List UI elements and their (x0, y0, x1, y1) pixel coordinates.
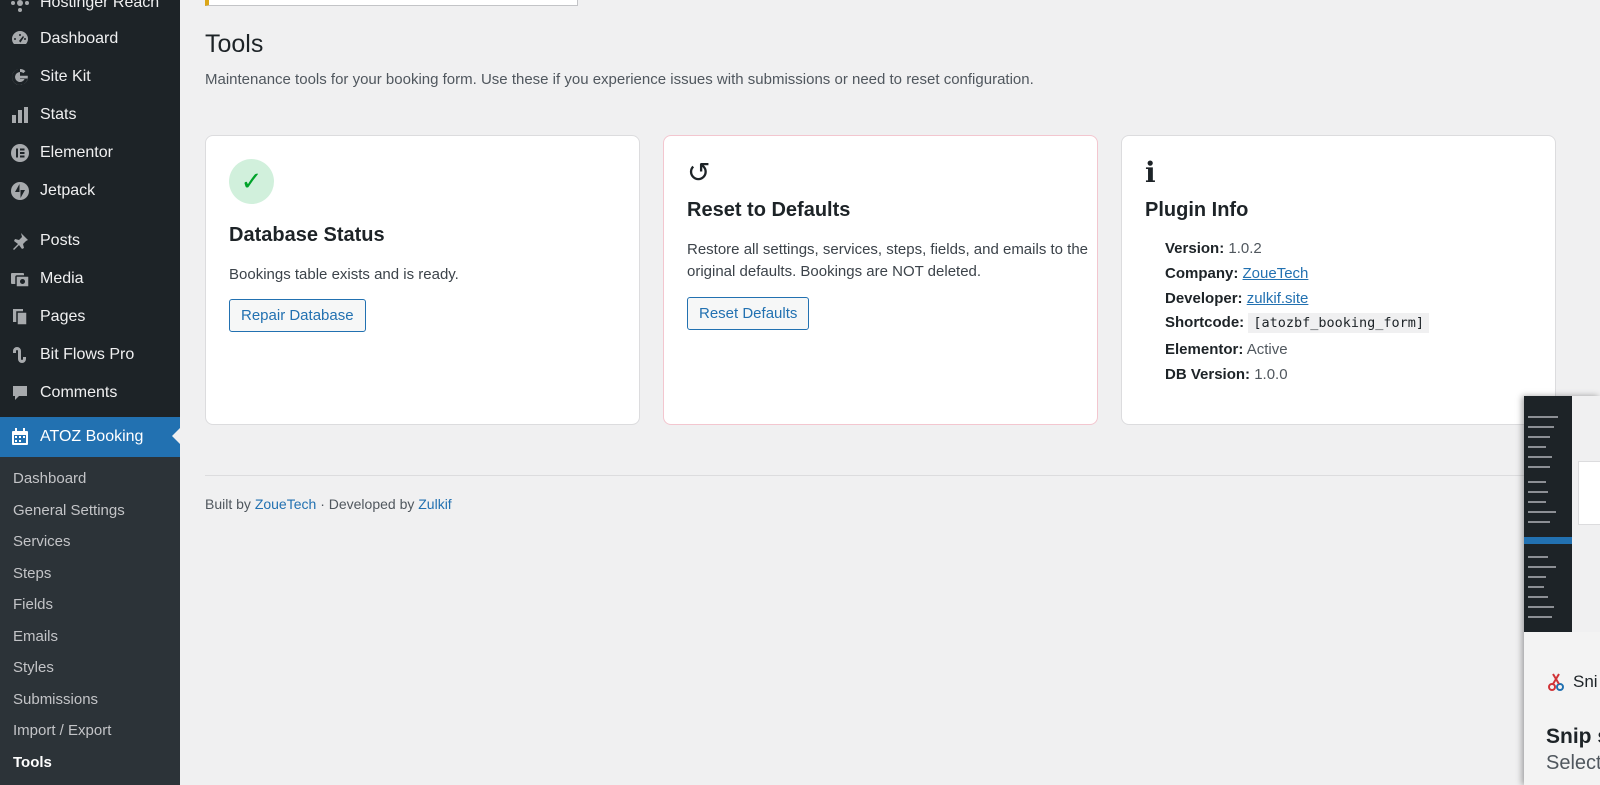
sidebar-item-label: Site Kit (40, 68, 91, 85)
database-status-card: ✓ Database Status Bookings table exists … (205, 135, 640, 425)
sidebar-item-hostinger-reach[interactable]: Hostinger Reach (0, 0, 180, 22)
info-row-shortcode: Shortcode: [atozbf_booking_form] (1165, 313, 1430, 333)
card-text-line-1: Restore all settings, services, steps, f… (687, 241, 1089, 258)
snip-notification[interactable]: Sni Snip s Select (1524, 396, 1600, 785)
info-label: Version: (1165, 240, 1225, 257)
sidebar-item-jetpack[interactable]: Jetpack (0, 172, 180, 210)
reset-arrow-icon: ↺ (687, 156, 711, 189)
bitflows-link-icon (9, 344, 31, 366)
footer-developer-link[interactable]: Zulkif (418, 496, 451, 512)
company-link[interactable]: ZoueTech (1243, 265, 1309, 282)
sidebar-item-posts[interactable]: Posts (0, 222, 180, 260)
hostinger-reach-icon (9, 0, 31, 14)
info-value: 1.0.2 (1228, 240, 1262, 257)
sidebar-item-atoz-booking[interactable]: ATOZ Booking (0, 417, 180, 457)
card-text-line-2: original defaults. Bookings are NOT dele… (687, 263, 982, 280)
reset-defaults-card: ↺ Reset to Defaults Restore all settings… (663, 135, 1098, 425)
submenu-item-tools[interactable]: Tools (13, 754, 52, 771)
info-row-developer: Developer: zulkif.site (1165, 290, 1308, 307)
reset-defaults-button[interactable]: Reset Defaults (687, 297, 810, 330)
pushpin-icon (9, 230, 31, 252)
card-title: Plugin Info (1145, 199, 1249, 221)
sidebar-item-label: Posts (40, 232, 81, 249)
jetpack-bolt-icon (9, 180, 31, 202)
sidebar-item-site-kit[interactable]: Site Kit (0, 58, 180, 96)
snip-title: Snip s (1546, 725, 1600, 748)
sidebar-item-comments[interactable]: Comments (0, 374, 180, 412)
shortcode-value: [atozbf_booking_form] (1248, 313, 1430, 333)
pages-icon (9, 306, 31, 328)
sidebar-item-label: Jetpack (40, 182, 96, 199)
submenu-item-import-export[interactable]: Import / Export (13, 722, 111, 739)
submenu-item-steps[interactable]: Steps (13, 565, 51, 582)
card-title: Database Status (229, 224, 385, 246)
check-icon: ✓ (229, 159, 274, 204)
elementor-icon (9, 142, 31, 164)
plugin-footer: Built by ZoueTech · Developed by Zulkif (205, 496, 452, 512)
submenu-item-submissions[interactable]: Submissions (13, 691, 98, 708)
footer-separator: · Developed by (320, 496, 415, 512)
sidebar-item-elementor[interactable]: Elementor (0, 134, 180, 172)
card-text: Bookings table exists and is ready. (229, 266, 459, 283)
sidebar-item-label: Stats (40, 106, 77, 123)
sidebar-item-label: ATOZ Booking (40, 428, 144, 445)
submenu-item-fields[interactable]: Fields (13, 596, 53, 613)
submenu-item-emails[interactable]: Emails (13, 628, 58, 645)
info-label: DB Version: (1165, 366, 1251, 383)
media-camera-icon (9, 268, 31, 290)
footer-built-by: Built by (205, 496, 251, 512)
submenu-item-general-settings[interactable]: General Settings (13, 502, 125, 519)
sidebar-item-dashboard[interactable]: Dashboard (0, 20, 180, 58)
google-g-icon (9, 66, 31, 88)
calendar-icon (9, 426, 31, 448)
developer-link[interactable]: zulkif.site (1247, 290, 1309, 307)
atoz-booking-submenu: Dashboard General Settings Services Step… (0, 457, 180, 785)
sidebar-item-media[interactable]: Media (0, 260, 180, 298)
snip-subtitle: Select (1546, 752, 1600, 774)
info-value: 1.0.0 (1254, 366, 1288, 383)
info-value: Active (1246, 341, 1288, 358)
admin-notice-bar (205, 0, 578, 6)
submenu-item-styles[interactable]: Styles (13, 659, 54, 676)
sidebar-item-bit-flows-pro[interactable]: Bit Flows Pro (0, 336, 180, 374)
page-description: Maintenance tools for your booking form.… (205, 71, 1034, 88)
info-row-version: Version: 1.0.2 (1165, 240, 1262, 257)
admin-sidebar: Hostinger Reach Dashboard Site Kit Stats… (0, 0, 180, 785)
snip-app-label: Sni (1547, 672, 1598, 692)
sidebar-item-stats[interactable]: Stats (0, 96, 180, 134)
repair-database-button[interactable]: Repair Database (229, 299, 366, 332)
info-icon: i (1145, 156, 1156, 189)
submenu-item-dashboard[interactable]: Dashboard (13, 470, 86, 487)
page-title: Tools (205, 30, 264, 58)
sidebar-item-label: Bit Flows Pro (40, 346, 135, 363)
info-row-elementor: Elementor: Active (1165, 341, 1288, 358)
info-row-db-version: DB Version: 1.0.0 (1165, 366, 1288, 383)
dashboard-gauge-icon (9, 28, 31, 50)
info-label: Company: (1165, 265, 1239, 282)
info-label: Elementor: (1165, 341, 1244, 358)
footer-company-link[interactable]: ZoueTech (255, 496, 316, 512)
scissors-icon (1548, 673, 1564, 691)
screenshot-thumbnail[interactable] (1524, 396, 1600, 632)
sidebar-item-pages[interactable]: Pages (0, 298, 180, 336)
card-title: Reset to Defaults (687, 199, 851, 221)
submenu-item-services[interactable]: Services (13, 533, 71, 550)
sidebar-item-label: Hostinger Reach (40, 0, 160, 11)
footer-divider (205, 475, 1600, 476)
sidebar-item-label: Comments (40, 384, 118, 401)
info-label: Developer: (1165, 290, 1243, 307)
sidebar-item-label: Pages (40, 308, 86, 325)
sidebar-item-label: Elementor (40, 144, 113, 161)
sidebar-item-label: Media (40, 270, 84, 287)
sidebar-item-label: Dashboard (40, 30, 119, 47)
comment-bubble-icon (9, 382, 31, 404)
plugin-info-card: i Plugin Info Version: 1.0.2 Company: Zo… (1121, 135, 1556, 425)
bar-chart-icon (9, 104, 31, 126)
info-row-company: Company: ZoueTech (1165, 265, 1308, 282)
info-label: Shortcode: (1165, 314, 1245, 331)
